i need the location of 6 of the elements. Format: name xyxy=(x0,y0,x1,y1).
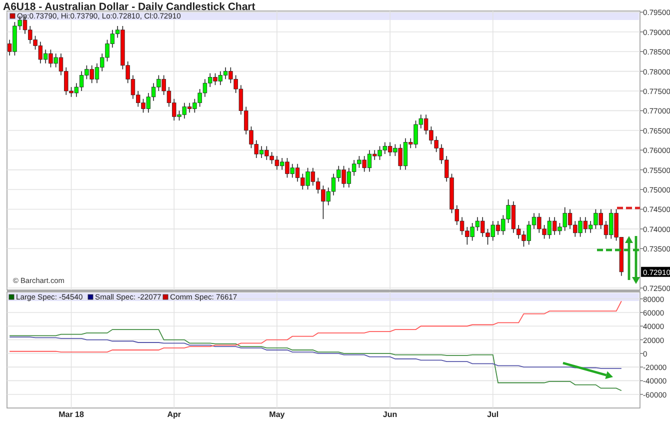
month-label: Apr xyxy=(167,410,181,419)
month-label: May xyxy=(269,410,285,419)
month-label: Mar 18 xyxy=(58,410,84,419)
month-label: Jul xyxy=(487,410,499,419)
chart-title: A6U18 - Australian Dollar - Daily Candlestick Chart xyxy=(3,1,256,13)
month-label: Jun xyxy=(382,410,398,419)
